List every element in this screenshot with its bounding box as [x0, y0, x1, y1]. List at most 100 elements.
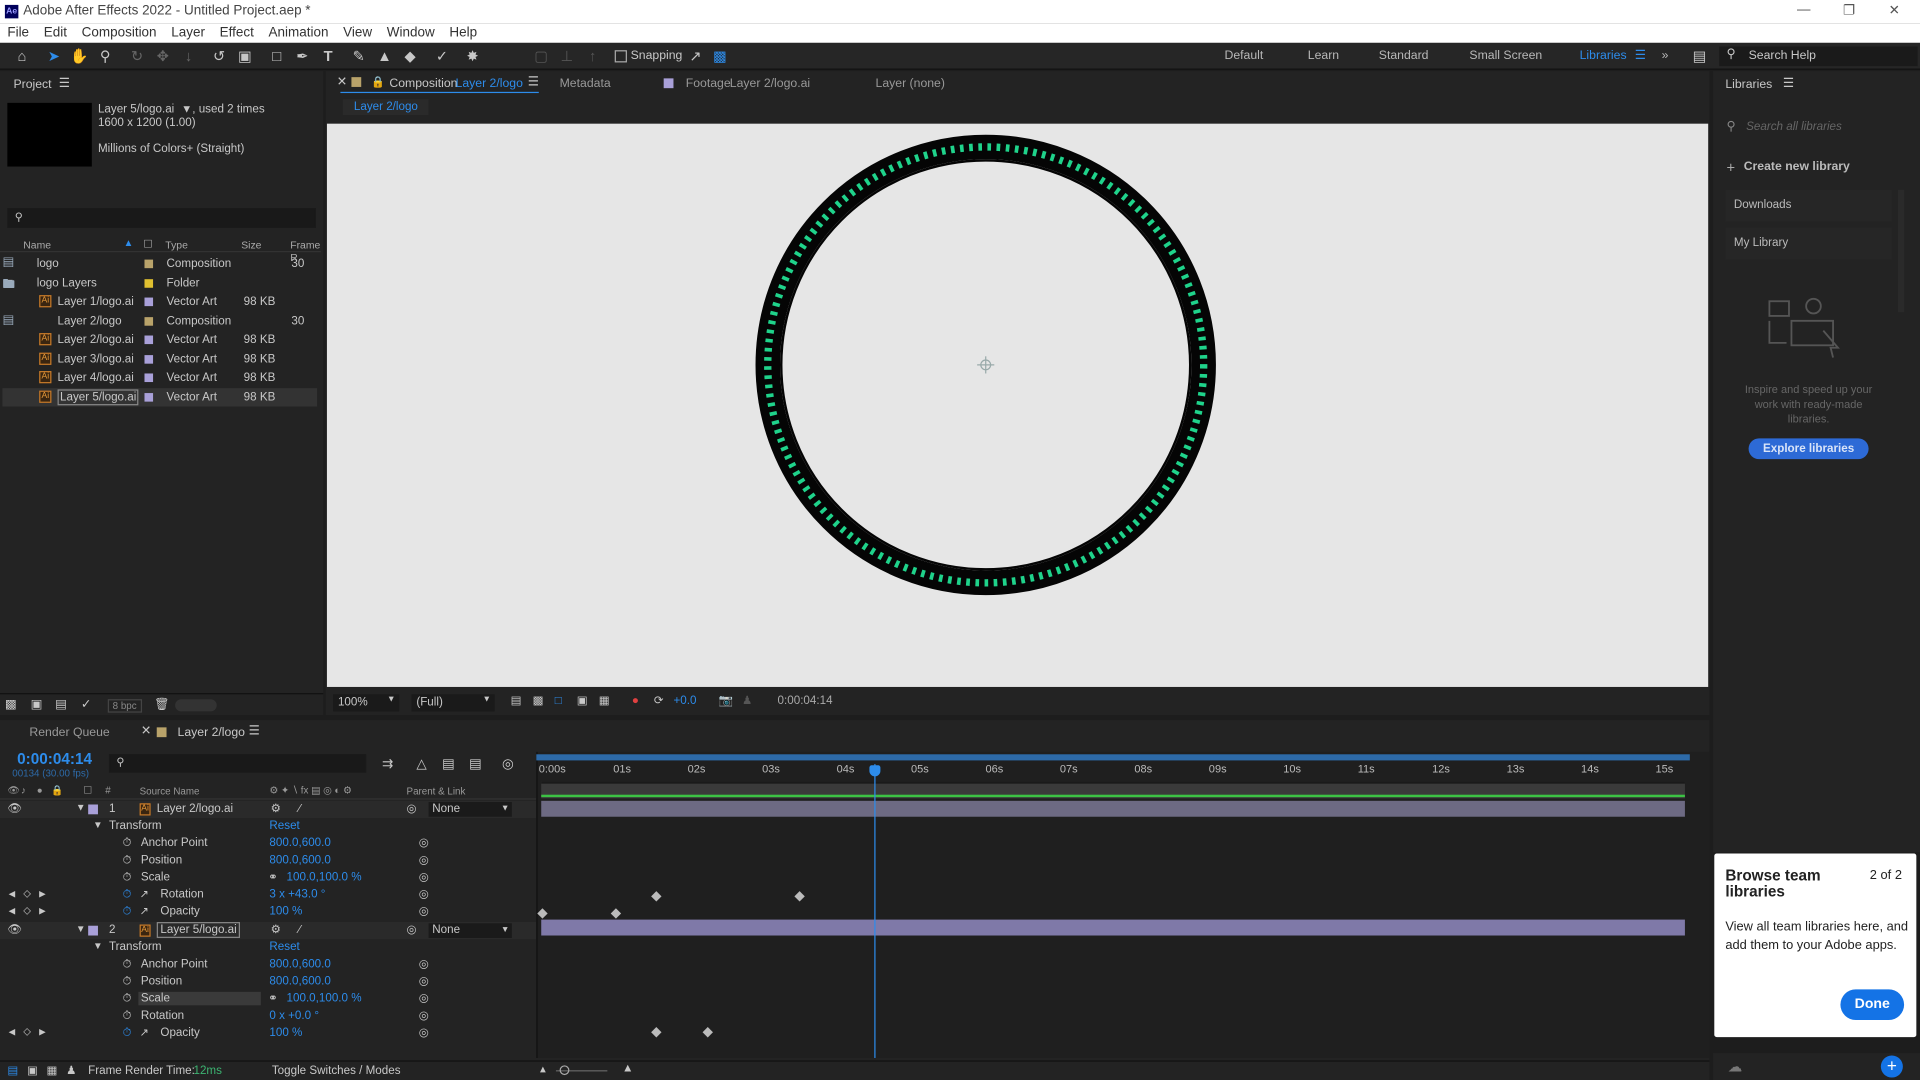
dolly-tool-icon[interactable]: ↓: [179, 47, 199, 67]
sort-ascending-icon[interactable]: ▲: [124, 238, 134, 249]
project-item[interactable]: Ai Layer 5/logo.ai Vector Art 98 KB: [2, 387, 318, 406]
property-row[interactable]: ◀ ◇ ▶ ⏱ ↗ Rotation 3 x +43.0 ° ◎: [0, 887, 536, 904]
label-swatch[interactable]: [144, 354, 154, 364]
clone-stamp-tool-icon[interactable]: ▲: [375, 47, 395, 67]
rectangle-tool-icon[interactable]: □: [267, 47, 287, 67]
property-row[interactable]: ⏱ Anchor Point 800.0,600.0 ◎: [0, 835, 536, 852]
project-item[interactable]: Ai Layer 4/logo.ai Vector Art 98 KB: [2, 369, 317, 387]
render-info-icon[interactable]: ▤: [7, 1064, 18, 1077]
stopwatch-icon[interactable]: ⏱: [122, 871, 131, 884]
layer-bar-2[interactable]: [541, 919, 1685, 936]
property-row[interactable]: ◀ ◇ ▶ ⏱ ↗ Opacity 100 % ◎: [0, 904, 536, 921]
tooltip-done-button[interactable]: Done: [1840, 989, 1905, 1021]
libraries-scrollbar[interactable]: [1897, 189, 1905, 313]
pick-whip-icon[interactable]: ◎: [419, 1026, 429, 1039]
toggle-switches-modes-button[interactable]: Toggle Switches / Modes: [272, 1064, 401, 1077]
roto-brush-tool-icon[interactable]: ✓: [432, 47, 452, 67]
lock-icon[interactable]: 🔒: [371, 76, 385, 89]
property-row[interactable]: ◀ ◇ ▶ ⏱ ↗ Opacity 100 % ◎: [0, 1025, 536, 1042]
stopwatch-icon[interactable]: ⏱: [122, 958, 131, 971]
pick-whip-icon[interactable]: ◎: [419, 992, 429, 1005]
label-column-icon[interactable]: ☐: [143, 238, 152, 251]
playhead-handle[interactable]: [869, 765, 881, 777]
source-name-header[interactable]: Source Name: [140, 786, 200, 797]
parent-dropdown[interactable]: None: [428, 923, 512, 938]
breadcrumb[interactable]: Layer 2/logo: [342, 99, 429, 116]
property-value[interactable]: Reset: [269, 819, 299, 832]
label-swatch[interactable]: [144, 297, 154, 307]
menu-edit[interactable]: Edit: [36, 23, 74, 41]
project-item[interactable]: Ai Layer 3/logo.ai Vector Art 98 KB: [2, 350, 317, 368]
next-keyframe-icon[interactable]: ▶: [39, 906, 46, 916]
hand-tool-icon[interactable]: ✋: [70, 47, 90, 67]
snapping-checkbox[interactable]: [614, 50, 627, 63]
menu-animation[interactable]: Animation: [261, 23, 336, 41]
chevron-down-icon[interactable]: ▼: [76, 923, 86, 934]
plus-icon[interactable]: +: [1727, 159, 1736, 176]
pick-whip-icon[interactable]: ◎: [419, 888, 429, 901]
composition-canvas[interactable]: [326, 123, 1709, 687]
quality-switch-icon[interactable]: ∕: [299, 923, 301, 936]
transfer-controls-icon[interactable]: ▦: [47, 1064, 58, 1077]
project-settings-icon[interactable]: ✓: [81, 698, 91, 711]
pick-whip-icon[interactable]: ◎: [419, 958, 429, 971]
more-workspaces-icon[interactable]: »: [1662, 49, 1669, 62]
mask-visibility-icon[interactable]: □: [555, 694, 562, 707]
property-value[interactable]: 3 x +43.0 °: [269, 888, 325, 901]
label-column-icon[interactable]: ☐: [83, 785, 92, 796]
maximize-button[interactable]: ❐: [1831, 2, 1868, 19]
constrain-proportions-icon[interactable]: ⚭: [268, 871, 278, 884]
pick-whip-icon[interactable]: ◎: [419, 905, 429, 918]
workspace-standard[interactable]: Standard: [1379, 49, 1429, 62]
fast-previews-icon[interactable]: ▤: [511, 694, 522, 707]
current-timecode[interactable]: 0:00:04:14: [17, 751, 92, 768]
reset-exposure-icon[interactable]: ⟳: [654, 694, 664, 707]
type-tool-icon[interactable]: T: [318, 47, 338, 67]
explore-libraries-button[interactable]: Explore libraries: [1748, 438, 1869, 460]
label-swatch[interactable]: [144, 316, 154, 326]
trash-icon[interactable]: 🗑: [154, 698, 170, 711]
snapshot-icon[interactable]: 📷: [719, 694, 734, 707]
pick-whip-icon[interactable]: ◎: [407, 923, 417, 936]
resolution-dropdown[interactable]: (Full) ▼: [411, 694, 495, 712]
chevron-down-icon[interactable]: ▼: [181, 103, 192, 115]
layer-label-swatch[interactable]: [88, 804, 98, 815]
home-icon[interactable]: ⌂: [12, 47, 32, 67]
property-value[interactable]: 0 x +0.0 °: [269, 1009, 319, 1022]
property-value[interactable]: Reset: [269, 940, 299, 953]
grid-guides-icon[interactable]: ▦: [599, 694, 610, 707]
composition-mini-flowchart-icon[interactable]: ⇉: [382, 756, 393, 772]
next-keyframe-icon[interactable]: ▶: [39, 1027, 46, 1038]
graph-icon[interactable]: ↗: [140, 888, 149, 901]
property-row[interactable]: ⏱ Scale ⚭ 100.0,100.0 % ◎: [0, 991, 536, 1008]
project-menu-icon[interactable]: ☰: [59, 77, 70, 90]
transparency-grid-icon[interactable]: ▩: [533, 694, 544, 707]
close-tab-icon[interactable]: ✕: [337, 76, 347, 89]
stopwatch-icon[interactable]: ⏱: [122, 905, 131, 918]
tab-timeline-comp[interactable]: Layer 2/logo: [178, 726, 245, 739]
rotate-tool-icon[interactable]: ↺: [209, 47, 229, 67]
pick-whip-icon[interactable]: ◎: [419, 1009, 429, 1022]
zoom-dropdown[interactable]: 100% ▼: [333, 694, 400, 712]
motion-blur-icon[interactable]: ◎: [502, 756, 514, 772]
property-row[interactable]: ⏱ Position 800.0,600.0 ◎: [0, 852, 536, 869]
stopwatch-icon[interactable]: ⏱: [122, 975, 131, 988]
property-row[interactable]: ⏱ Rotation 0 x +0.0 ° ◎: [0, 1008, 536, 1025]
stopwatch-icon[interactable]: ⏱: [122, 992, 131, 1005]
lock-icon[interactable]: 🔒: [51, 785, 63, 796]
constrain-proportions-icon[interactable]: ⚭: [268, 992, 278, 1005]
add-keyframe-icon[interactable]: ◇: [23, 1026, 31, 1037]
cloud-icon[interactable]: ☁: [1728, 1058, 1743, 1075]
selection-tool-icon[interactable]: ➤: [44, 47, 64, 67]
workspace-small-screen[interactable]: Small Screen: [1469, 49, 1542, 62]
project-item[interactable]: ▤ logo Composition 30: [2, 255, 317, 273]
workspace-menu-icon[interactable]: ☰: [1635, 49, 1646, 62]
pick-whip-icon[interactable]: ◎: [419, 836, 429, 849]
eye-icon[interactable]: 👁: [7, 802, 22, 815]
create-library-button[interactable]: Create new library: [1744, 160, 1850, 173]
chevron-down-icon[interactable]: ▼: [93, 940, 103, 951]
pick-whip-icon[interactable]: ◎: [419, 853, 429, 866]
column-type[interactable]: Type: [165, 239, 188, 251]
project-search-input[interactable]: ⚲: [7, 208, 316, 228]
property-value[interactable]: 800.0,600.0: [269, 836, 330, 849]
